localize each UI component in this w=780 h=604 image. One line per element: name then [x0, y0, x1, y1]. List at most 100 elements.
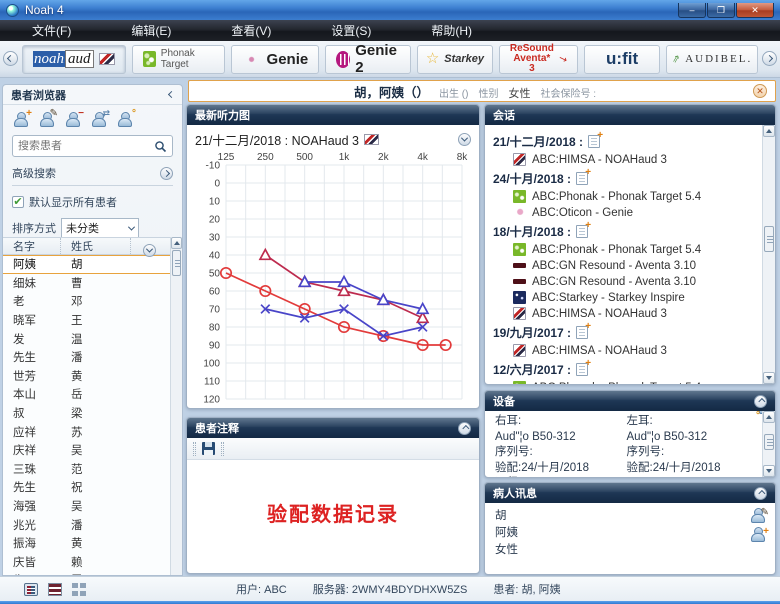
session-date[interactable]: 21/十二月/2018 :	[493, 133, 762, 150]
banner-close-icon[interactable]: ✕	[753, 84, 767, 98]
module-resound-button[interactable]: ReSoundAventa* 3 ↘	[499, 45, 578, 74]
patient-info-collapse-button[interactable]	[754, 487, 767, 500]
toolbar-scroll-right-button[interactable]	[762, 51, 777, 66]
edit-patient-info-icon[interactable]: ✎	[750, 508, 767, 523]
session-entry[interactable]: ABC:GN Resound - Aventa 3.10	[513, 275, 762, 288]
search-icon[interactable]	[154, 140, 167, 153]
patient-row[interactable]: 晓军王	[3, 311, 170, 330]
module-audibel-button[interactable]: ⇗ AUDIBEL.	[666, 45, 758, 74]
patient-row[interactable]: 振海黄	[3, 534, 170, 553]
devices-collapse-button[interactable]	[754, 395, 767, 408]
module-genie-button[interactable]: Genie	[231, 45, 319, 74]
view-mode-details-icon[interactable]	[24, 583, 38, 596]
advanced-search-link[interactable]: 高级搜索	[12, 165, 56, 181]
scroll-thumb[interactable]	[764, 226, 774, 252]
scroll-thumb[interactable]	[172, 250, 181, 276]
patient-list-scrollbar[interactable]	[170, 237, 182, 575]
scroll-thumb[interactable]	[764, 434, 774, 450]
toolbar-scroll-left-button[interactable]	[3, 51, 18, 66]
column-last-name[interactable]: 姓氏	[61, 238, 131, 254]
session-date[interactable]: 18/十月/2018 :	[493, 223, 762, 240]
patient-key-icon[interactable]: °	[117, 112, 134, 127]
column-first-name[interactable]: 名字	[3, 238, 61, 254]
audiogram-dropdown-button[interactable]	[458, 133, 471, 146]
patient-row[interactable]: 老邓	[3, 292, 170, 311]
session-entry[interactable]: ABC:Starkey - Starkey Inspire	[513, 291, 762, 304]
menu-help[interactable]: 帮助(H)	[417, 20, 486, 41]
view-mode-list-icon[interactable]	[48, 583, 62, 596]
menu-settings[interactable]: 设置(S)	[317, 20, 385, 41]
advanced-search-expand-button[interactable]	[160, 167, 173, 180]
patient-row[interactable]: 叔梁	[3, 404, 170, 423]
module-phonak-target-button[interactable]: Phonak Target	[132, 45, 226, 74]
filter-collapse-button[interactable]	[143, 244, 156, 257]
minimize-button[interactable]: –	[678, 3, 706, 18]
patient-row[interactable]: 先生潘	[3, 348, 170, 367]
edit-patient-icon[interactable]: ✎	[39, 112, 56, 127]
module-starkey-button[interactable]: ☆ Starkey	[417, 45, 493, 74]
new-session-note-icon[interactable]	[588, 135, 600, 148]
delete-patient-icon[interactable]: −	[65, 112, 82, 127]
patient-row[interactable]: 应祥苏	[3, 422, 170, 441]
patient-first-name: 三珠	[3, 461, 61, 477]
scroll-up-button[interactable]	[763, 125, 775, 137]
session-entry[interactable]: ABC:Phonak - Phonak Target 5.4	[513, 243, 762, 256]
noahaud-icon	[513, 344, 526, 357]
patient-row[interactable]: 本山岳	[3, 385, 170, 404]
patient-row[interactable]: 三珠范	[3, 460, 170, 479]
merge-patient-icon[interactable]: ⇄	[91, 112, 108, 127]
session-date[interactable]: 24/十月/2018 :	[493, 170, 762, 187]
save-note-icon[interactable]	[202, 442, 215, 455]
scroll-down-button[interactable]	[763, 465, 775, 477]
maximize-button[interactable]: ❐	[707, 3, 735, 18]
new-session-note-icon[interactable]	[576, 225, 588, 238]
chevron-down-icon	[146, 246, 153, 253]
new-session-note-icon[interactable]	[576, 363, 588, 376]
patient-row[interactable]: 庆祥吴	[3, 441, 170, 460]
patient-row[interactable]: 世芳黄	[3, 367, 170, 386]
chevron-right-icon	[766, 55, 773, 62]
menu-edit[interactable]: 编辑(E)	[117, 20, 185, 41]
scroll-up-button[interactable]	[763, 411, 775, 423]
session-date[interactable]: 12/六月/2017 :	[493, 361, 762, 378]
session-date[interactable]: 19/九月/2017 :	[493, 324, 762, 341]
patient-row[interactable]: 海强吴	[3, 497, 170, 516]
notes-content[interactable]: 验配数据记录	[187, 498, 479, 527]
session-entry[interactable]: ABC:Oticon - Genie	[513, 206, 762, 219]
session-entry[interactable]: ABC:HIMSA - NOAHaud 3	[513, 153, 762, 166]
patient-row[interactable]: 生霍	[3, 571, 170, 575]
menu-file[interactable]: 文件(F)	[18, 20, 85, 41]
session-entry[interactable]: ABC:GN Resound - Aventa 3.10	[513, 259, 762, 272]
menu-view[interactable]: 查看(V)	[217, 20, 285, 41]
close-button[interactable]: ✕	[736, 3, 774, 18]
patient-row[interactable]: 庆皆赖	[3, 553, 170, 572]
module-genie2-button[interactable]: Genie 2	[325, 45, 411, 74]
patient-browser-header: 患者浏览器	[3, 85, 182, 105]
patient-row[interactable]: 细妹曹	[3, 274, 170, 293]
patient-row[interactable]: 先生祝	[3, 478, 170, 497]
new-session-note-icon[interactable]	[576, 172, 588, 185]
session-entry[interactable]: ABC:HIMSA - NOAHaud 3	[513, 307, 762, 320]
sort-select[interactable]: 未分类	[61, 218, 139, 238]
sessions-scrollbar[interactable]	[762, 125, 775, 384]
session-entry[interactable]: ABC:Phonak - Phonak Target 5.4	[513, 381, 762, 384]
view-mode-grid-icon[interactable]	[72, 583, 86, 596]
add-patient-icon[interactable]: +	[13, 112, 30, 127]
patient-row[interactable]: 兆光潘	[3, 515, 170, 534]
session-entry[interactable]: ABC:Phonak - Phonak Target 5.4	[513, 190, 762, 203]
session-entry[interactable]: ABC:HIMSA - NOAHaud 3	[513, 344, 762, 357]
patient-row[interactable]: 阿姨胡	[3, 255, 170, 274]
search-input[interactable]	[18, 140, 154, 152]
module-ufit-button[interactable]: u:fit	[584, 45, 660, 74]
scroll-down-button[interactable]	[763, 372, 775, 384]
patient-row[interactable]: 发温	[3, 329, 170, 348]
add-patient-info-icon[interactable]: +	[750, 527, 767, 542]
module-noahaud-button[interactable]: noahaud	[22, 45, 126, 74]
show-all-checkbox[interactable]: ✔	[12, 196, 24, 208]
scroll-up-button[interactable]	[171, 237, 182, 249]
new-session-note-icon[interactable]	[576, 326, 588, 339]
notes-collapse-button[interactable]	[458, 422, 471, 435]
sidebar-collapse-icon[interactable]	[168, 91, 175, 98]
devices-scrollbar[interactable]	[762, 411, 775, 477]
notes-editor[interactable]: 验配数据记录	[187, 498, 479, 574]
